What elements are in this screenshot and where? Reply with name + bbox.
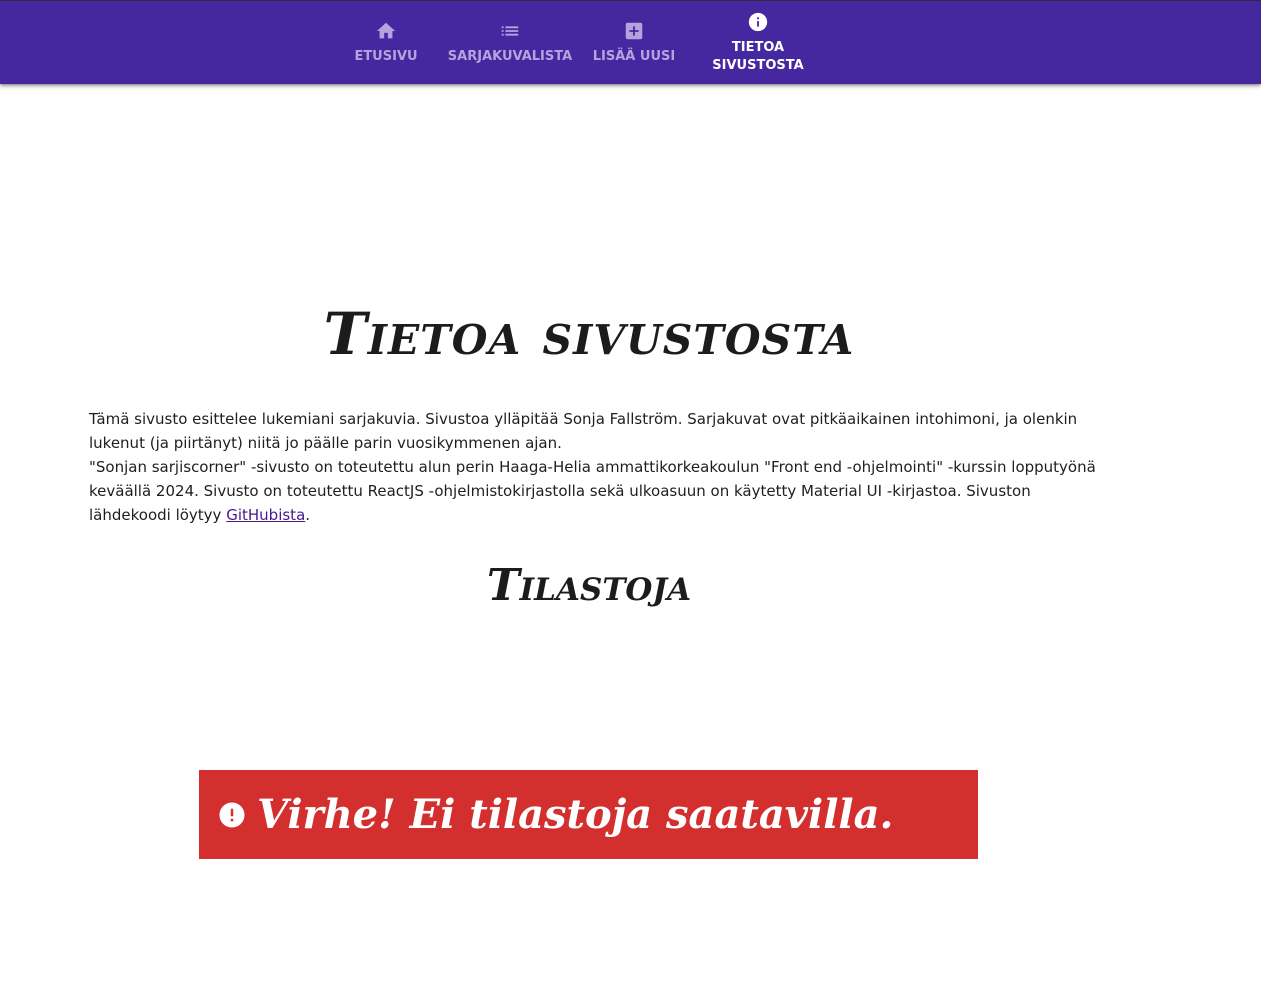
tab-etusivu[interactable]: ETUSIVU bbox=[346, 1, 426, 85]
info-icon bbox=[748, 12, 768, 32]
list-icon bbox=[501, 26, 519, 36]
page-title: Tietoa sivustosta bbox=[323, 300, 855, 368]
tab-sarjakuvalista-label: SARJAKUVALISTA bbox=[447, 49, 573, 64]
tab-etusivu-label: ETUSIVU bbox=[354, 49, 418, 64]
intro-line-1: Tämä sivusto esittelee lukemiani sarjaku… bbox=[89, 410, 1078, 452]
app-bar: ETUSIVU SARJAKUVALISTA LISÄÄ UUSI TIETOA… bbox=[0, 0, 1261, 84]
tab-sarjakuvalista[interactable]: SARJAKUVALISTA bbox=[446, 1, 574, 85]
tab-tietoa-sivustosta-label: TIETOA SIVUSTOSTA bbox=[712, 40, 804, 73]
error-icon bbox=[219, 802, 245, 827]
tab-lisaa-uusi-label: LISÄÄ UUSI bbox=[592, 49, 676, 64]
intro-line-2-end: . bbox=[305, 506, 311, 524]
github-link[interactable]: GitHubista bbox=[226, 506, 305, 524]
tab-tietoa-sivustosta[interactable]: TIETOA SIVUSTOSTA bbox=[702, 1, 814, 85]
error-message: Virhe! Ei tilastoja saatavilla. bbox=[257, 791, 894, 838]
error-alert: Virhe! Ei tilastoja saatavilla. bbox=[199, 770, 978, 859]
add-box-icon bbox=[625, 22, 643, 40]
stats-title: Tilastoja bbox=[486, 560, 692, 611]
intro-text: Tämä sivusto esittelee lukemiani sarjaku… bbox=[89, 407, 1099, 527]
home-icon bbox=[376, 22, 396, 39]
tab-lisaa-uusi[interactable]: LISÄÄ UUSI bbox=[588, 1, 680, 85]
